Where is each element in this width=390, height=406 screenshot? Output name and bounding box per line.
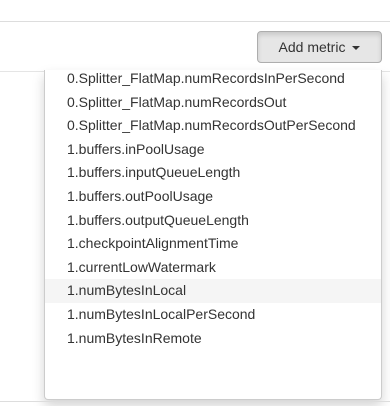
- metric-item[interactable]: 1.buffers.inputQueueLength: [45, 161, 381, 185]
- metric-item[interactable]: 1.buffers.inPoolUsage: [45, 138, 381, 162]
- metric-item[interactable]: 1.numBytesInLocal: [45, 279, 381, 303]
- metric-list: 0.Splitter_FlatMap.numRecordsInPerSecond…: [45, 70, 381, 350]
- add-metric-label: Add metric: [278, 39, 346, 55]
- metric-item[interactable]: 1.buffers.outPoolUsage: [45, 185, 381, 209]
- caret-down-icon: [352, 46, 361, 50]
- metric-item[interactable]: 1.checkpointAlignmentTime: [45, 232, 381, 256]
- bottom-divider: [0, 401, 390, 402]
- metric-item[interactable]: 1.currentLowWatermark: [45, 256, 381, 280]
- metric-item[interactable]: 1.numBytesInLocalPerSecond: [45, 303, 381, 327]
- metric-dropdown-menu[interactable]: 0.Splitter_FlatMap.numRecordsInPerSecond…: [44, 70, 382, 400]
- metric-item[interactable]: 0.Splitter_FlatMap.numRecordsInPerSecond: [45, 70, 381, 91]
- metric-item[interactable]: 0.Splitter_FlatMap.numRecordsOut: [45, 91, 381, 115]
- add-metric-button[interactable]: Add metric: [257, 31, 382, 63]
- metric-item[interactable]: 0.Splitter_FlatMap.numRecordsOutPerSecon…: [45, 114, 381, 138]
- metric-item[interactable]: 1.buffers.outputQueueLength: [45, 209, 381, 233]
- top-divider: [0, 21, 390, 22]
- metric-item[interactable]: 1.numBytesInRemote: [45, 327, 381, 351]
